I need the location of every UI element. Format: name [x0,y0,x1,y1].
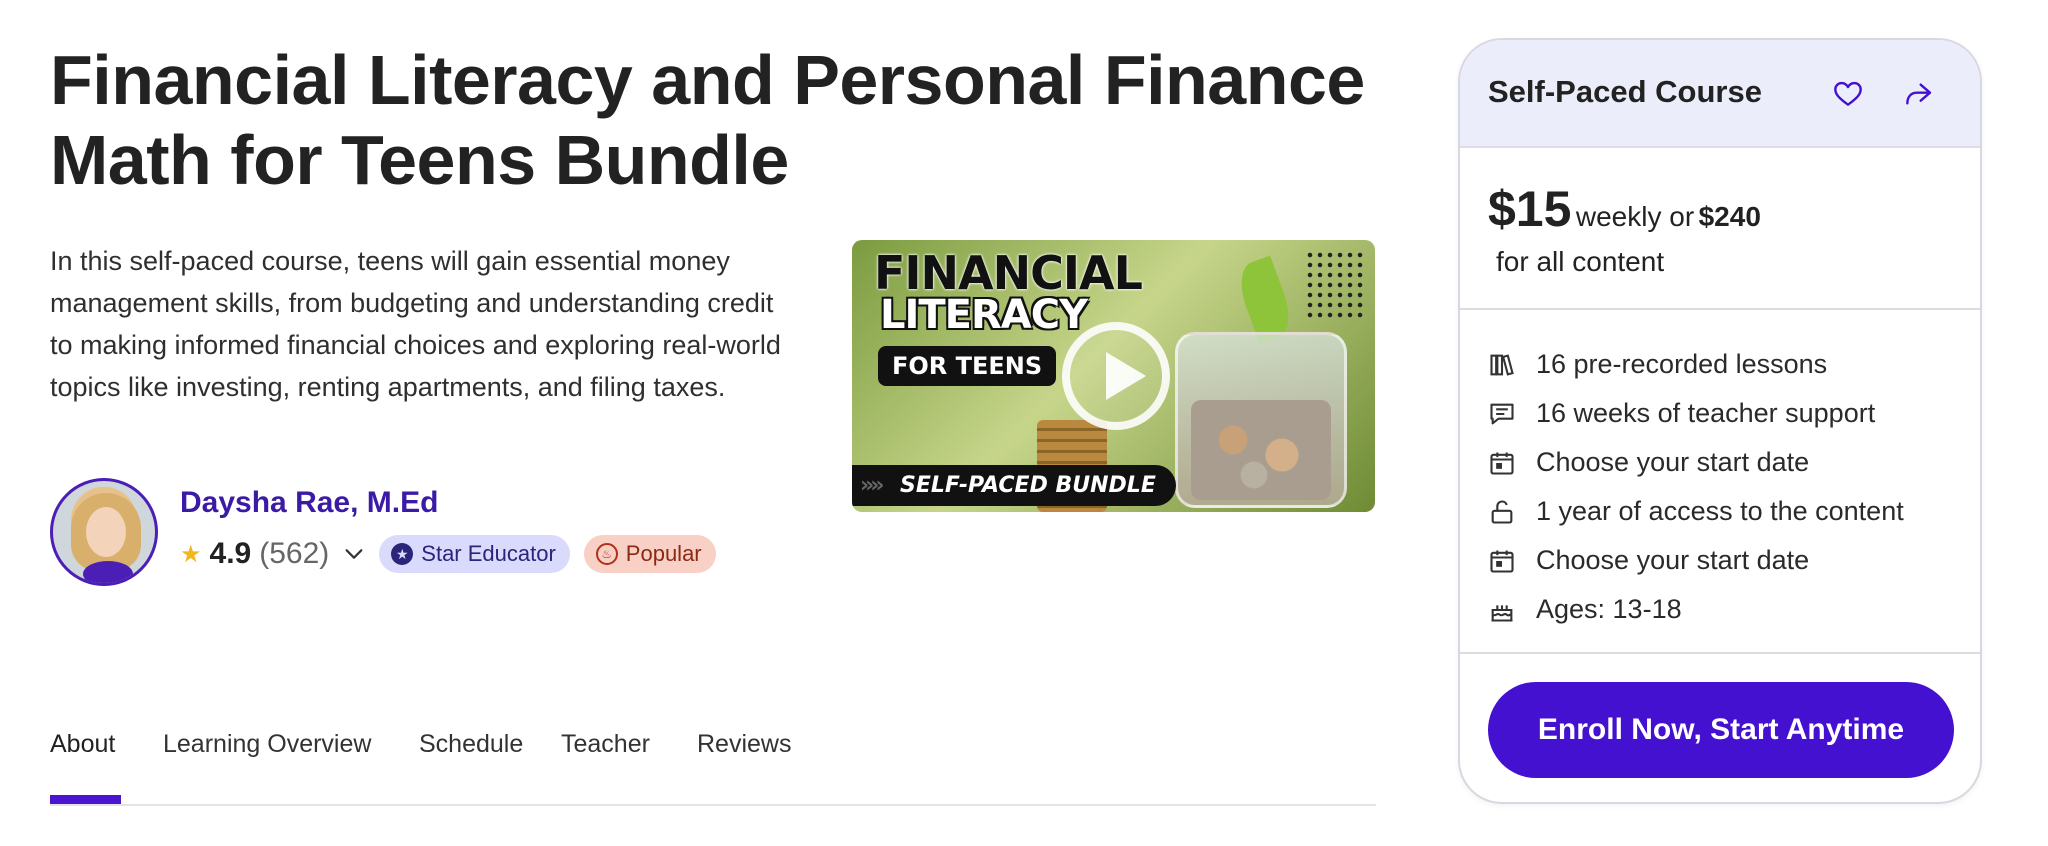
arrows-icon: »» [860,473,885,498]
video-title-line-2: LITERACY [880,292,1088,338]
rating-row: ★ 4.9 (562) ★ Star Educator ♨ Popular [180,534,716,574]
feature-list: 16 pre-recorded lessons 16 weeks of teac… [1488,340,1958,634]
price-subtext: for all content [1496,246,1665,277]
star-educator-badge[interactable]: ★ Star Educator [379,535,570,573]
total-price: $240 [1698,201,1761,232]
divider [1460,652,1980,654]
heart-icon[interactable] [1832,78,1864,110]
calendar-icon [1490,452,1514,475]
list-item: 16 weeks of teacher support [1488,389,1958,438]
rating-value: 4.9 [209,537,252,570]
teacher-avatar[interactable] [50,478,158,586]
feature-label: Ages: 13-18 [1536,594,1682,624]
enroll-button[interactable]: Enroll Now, Start Anytime [1488,682,1954,778]
list-item: Ages: 13-18 [1488,585,1958,634]
weekly-price: $15 [1488,181,1572,237]
tab-about[interactable]: About [50,730,115,759]
video-banner: »» SELF-PACED BUNDLE [852,465,1176,506]
feature-label: Choose your start date [1536,545,1810,575]
star-educator-label: Star Educator [421,541,556,566]
feature-label: 1 year of access to the content [1536,496,1904,526]
price-block: $15 weekly or $240 for all content [1488,180,1958,278]
teacher-section: Daysha Rae, M.Ed ★ 4.9 (562) ★ Star Educ… [50,478,810,588]
feature-label: Choose your start date [1536,447,1810,477]
price-period: weekly or [1575,201,1695,232]
video-banner-text: SELF-PACED BUNDLE [900,473,1156,498]
star-icon: ★ [180,540,202,568]
course-description: In this self-paced course, teens will ga… [50,246,781,402]
popular-badge: ♨ Popular [583,535,716,573]
list-item: Choose your start date [1488,438,1958,487]
video-title-line-3: FOR TEENS [878,346,1057,386]
list-item: Choose your start date [1488,536,1958,585]
unlock-icon [1491,499,1513,524]
popular-label: Popular [625,541,702,566]
course-video-thumbnail[interactable]: FINANCIAL LITERACY FOR TEENS »» SELF-PACE… [852,240,1375,512]
tab-schedule[interactable]: Schedule [419,730,523,759]
card-title: Self-Paced Course [1488,74,1762,109]
play-icon[interactable] [1062,322,1170,430]
share-icon[interactable] [1902,78,1934,110]
card-header: Self-Paced Course [1460,40,1980,148]
tab-reviews[interactable]: Reviews [697,730,791,759]
books-icon [1490,353,1514,376]
cake-icon [1491,604,1513,622]
star-badge-icon: ★ [391,543,414,565]
page-title: Financial Literacy and Personal Finance … [50,41,1365,199]
list-item: 1 year of access to the content [1488,487,1958,536]
enroll-card: Self-Paced Course $15 weekly or $240 for… [1458,38,1982,804]
chevron-down-icon[interactable] [343,543,365,565]
tab-teacher[interactable]: Teacher [561,730,650,759]
section-tabs: About Learning Overview Schedule Teacher… [50,720,1376,806]
feature-label: 16 weeks of teacher support [1536,398,1876,428]
tab-learning-overview[interactable]: Learning Overview [163,730,371,759]
divider [1460,308,1980,310]
feature-label: 16 pre-recorded lessons [1536,349,1828,379]
teacher-name-link[interactable]: Daysha Rae, M.Ed [180,486,438,520]
active-tab-indicator [50,795,121,804]
chat-icon [1490,403,1514,424]
rating-count: (562) [259,537,330,570]
list-item: 16 pre-recorded lessons [1488,340,1958,389]
calendar-icon [1490,550,1514,573]
flame-icon: ♨ [595,543,618,565]
